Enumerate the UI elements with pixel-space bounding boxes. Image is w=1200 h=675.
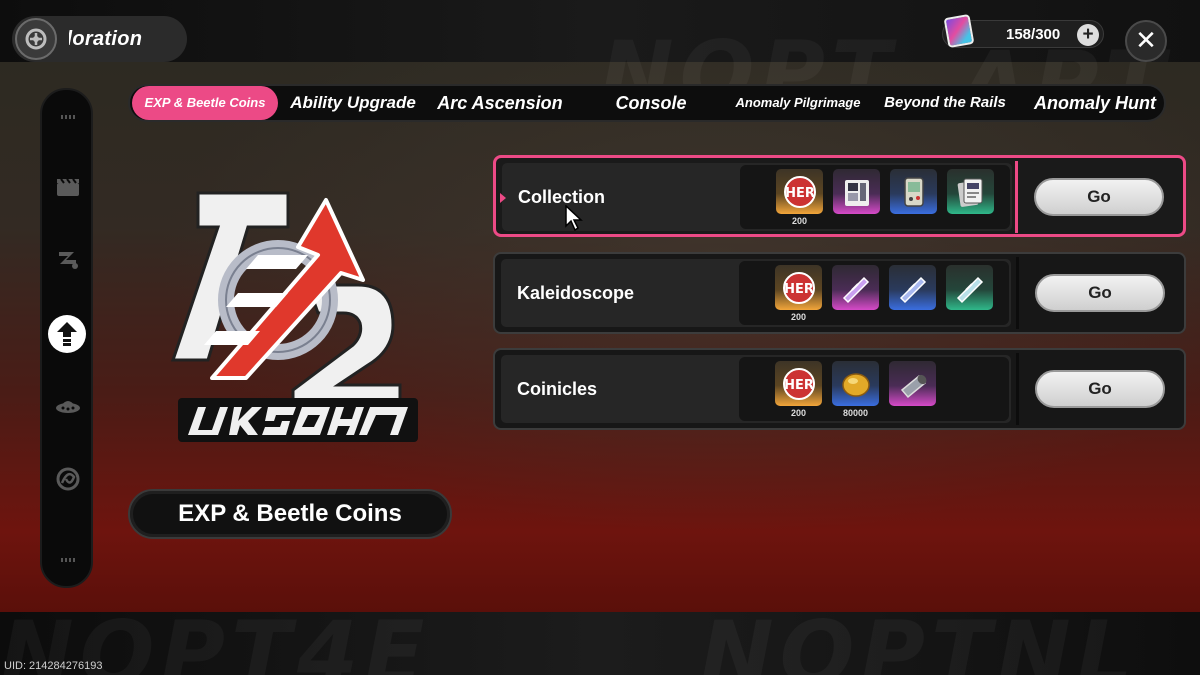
quest-name: Coinicles <box>517 379 598 399</box>
ufo-icon <box>56 401 80 413</box>
close-button[interactable]: ✕ <box>1125 20 1167 62</box>
selected-indicator <box>500 193 506 203</box>
reward-item[interactable]: HER 200 <box>775 265 822 322</box>
quest-row-coinicles[interactable]: Coinicles HER 200 80000 Go <box>493 348 1186 430</box>
reward-quantity: 200 <box>791 216 808 226</box>
reward-list: HER 200 80000 <box>739 357 1009 421</box>
quest-info: Kaleidoscope HER 200 <box>501 259 1011 327</box>
reward-item[interactable] <box>946 265 993 321</box>
category-label: EXP & Beetle Coins <box>128 489 452 539</box>
exp-badge-icon: HER <box>775 361 822 406</box>
go-zone: Go <box>1016 257 1181 329</box>
spiral-icon <box>56 467 80 491</box>
card-collection-icon <box>833 169 880 214</box>
go-zone: Go <box>1016 353 1181 425</box>
tab-console[interactable]: Console <box>596 86 706 120</box>
sidebar-top-dots <box>61 115 75 119</box>
tab-beyond-the-rails[interactable]: Beyond the Rails <box>878 86 1012 120</box>
reward-quantity: 200 <box>790 408 807 418</box>
go-zone: Go <box>1015 161 1180 233</box>
reward-item[interactable] <box>833 169 880 225</box>
go-button[interactable]: Go <box>1034 178 1164 216</box>
sidebar-item-spiral[interactable] <box>55 466 81 492</box>
sidebar-item-wing[interactable] <box>55 246 81 272</box>
sidebar-item-ufo[interactable] <box>55 393 81 419</box>
go-button[interactable]: Go <box>1035 370 1165 408</box>
exploration-icon <box>15 18 57 60</box>
quest-info: Coinicles HER 200 80000 <box>501 355 1011 423</box>
reward-quantity: 80000 <box>842 408 869 418</box>
reward-item[interactable]: HER 200 <box>776 169 823 226</box>
quest-name: Kaleidoscope <box>517 283 635 303</box>
add-currency-button[interactable]: + <box>1077 24 1099 46</box>
tab-anomaly-pilgrimage[interactable]: Anomaly Pilgrimage <box>728 86 868 120</box>
reward-item[interactable]: 80000 <box>832 361 879 418</box>
crystal-tube-icon <box>946 265 993 310</box>
gameboy-icon <box>890 169 937 214</box>
quest-name: Collection <box>518 187 606 207</box>
tab-arc-ascension[interactable]: Arc Ascension <box>430 86 570 120</box>
tab-anomaly-hunt[interactable]: Anomaly Hunt <box>1026 86 1164 120</box>
reward-list: HER 200 <box>740 165 1010 229</box>
quest-row-collection[interactable]: Collection HER 200 Go <box>493 155 1186 237</box>
ticket-card-icon <box>943 13 975 49</box>
mouse-cursor-icon <box>565 204 583 236</box>
reward-item[interactable] <box>889 361 936 417</box>
currency-display: 158/300 + <box>942 13 1104 49</box>
page-title: ploration <box>69 27 143 50</box>
bottom-bar-background: NOPT4E NOPTNL <box>0 602 1200 675</box>
sidebar-item-upgrade[interactable] <box>48 315 86 353</box>
exploration-title: ploration <box>12 16 187 62</box>
crystal-tube-icon <box>889 265 936 310</box>
reward-quantity: 200 <box>790 312 807 322</box>
crystal-tube-icon <box>832 265 879 310</box>
go-button[interactable]: Go <box>1035 274 1165 312</box>
reward-item[interactable] <box>947 169 994 225</box>
beetle-coin-icon <box>832 361 879 406</box>
svg-text:HER: HER <box>785 186 815 201</box>
clapperboard-icon <box>57 178 79 196</box>
sidebar-item-clapperboard[interactable] <box>55 174 81 200</box>
wing-icon <box>59 252 78 269</box>
svg-text:HER: HER <box>784 282 814 297</box>
reward-item[interactable]: HER 200 <box>775 361 822 418</box>
svg-text:HER: HER <box>784 378 814 393</box>
sidebar-bottom-dots <box>61 558 75 562</box>
upgrade-arrow-icon <box>57 322 77 346</box>
exp-badge-icon: HER <box>775 265 822 310</box>
user-id: UID: 214284276193 <box>4 660 103 672</box>
metal-cylinder-icon <box>889 361 936 406</box>
reward-item[interactable] <box>832 265 879 321</box>
reward-list: HER 200 <box>739 261 1009 325</box>
reward-item[interactable] <box>890 169 937 225</box>
category-logo <box>168 185 428 450</box>
tab-exp-beetle-coins[interactable]: EXP & Beetle Coins <box>132 86 278 120</box>
currency-value: 158/300 <box>1006 25 1061 43</box>
tab-ability-upgrade[interactable]: Ability Upgrade <box>283 86 423 120</box>
reward-item[interactable] <box>889 265 936 321</box>
exp-badge-icon: HER <box>776 169 823 214</box>
card-stack-icon <box>947 169 994 214</box>
quest-row-kaleidoscope[interactable]: Kaleidoscope HER 200 Go <box>493 252 1186 334</box>
category-tabs: EXP & Beetle Coins Ability Upgrade Arc A… <box>128 84 1166 122</box>
left-sidebar <box>40 88 93 588</box>
